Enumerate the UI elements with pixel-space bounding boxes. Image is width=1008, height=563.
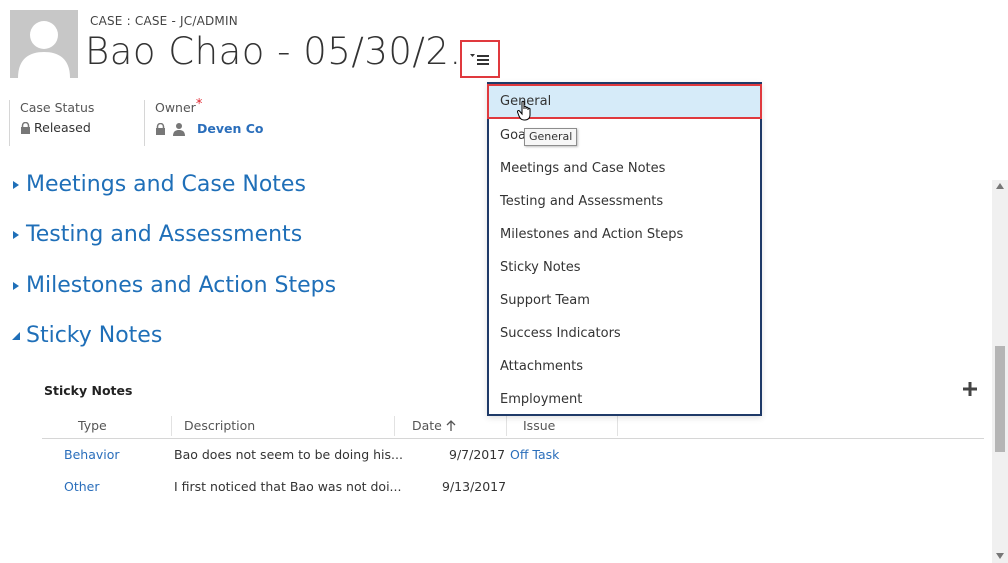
case-status-label: Case Status bbox=[20, 100, 95, 115]
expand-arrow-icon bbox=[13, 180, 19, 189]
collapse-arrow-icon bbox=[12, 331, 20, 340]
form-navigation-button[interactable] bbox=[460, 40, 500, 78]
column-header-type[interactable]: Type bbox=[78, 413, 107, 439]
section-milestones-and-action-steps[interactable]: Milestones and Action Steps bbox=[10, 273, 336, 298]
field-divider bbox=[9, 100, 10, 146]
menu-item-support-team[interactable]: Support Team bbox=[489, 284, 760, 317]
issue-link[interactable]: Off Task bbox=[510, 440, 559, 470]
section-meetings-and-case-notes[interactable]: Meetings and Case Notes bbox=[10, 172, 306, 197]
vertical-scrollbar[interactable] bbox=[992, 180, 1008, 563]
lock-icon bbox=[156, 122, 165, 135]
scroll-up-icon[interactable] bbox=[996, 183, 1004, 189]
section-title: Testing and Assessments bbox=[26, 222, 303, 247]
section-title: Meetings and Case Notes bbox=[26, 172, 306, 197]
column-divider bbox=[617, 416, 618, 436]
subgrid-title: Sticky Notes bbox=[44, 383, 133, 398]
sort-ascending-icon bbox=[446, 420, 456, 431]
expand-arrow-icon bbox=[13, 230, 19, 239]
tooltip: General bbox=[524, 128, 578, 146]
scroll-down-icon[interactable] bbox=[996, 553, 1004, 559]
date-cell: 9/7/2017 bbox=[449, 447, 506, 462]
column-header-issue[interactable]: Issue bbox=[523, 413, 555, 439]
description-cell: Bao does not seem to be doing his... bbox=[174, 447, 403, 462]
date-cell: 9/13/2017 bbox=[442, 479, 507, 494]
grid-header: Type Description Date Issue bbox=[42, 413, 984, 439]
column-header-date[interactable]: Date bbox=[412, 413, 456, 439]
case-status-value: Released bbox=[34, 120, 91, 135]
section-sticky-notes[interactable]: Sticky Notes bbox=[10, 323, 162, 348]
table-row[interactable]: Other I first noticed that Bao was not d… bbox=[42, 472, 984, 502]
menu-item-success-indicators[interactable]: Success Indicators bbox=[489, 317, 760, 350]
case-status-field: Case Status Released bbox=[20, 100, 94, 146]
description-cell: I first noticed that Bao was not doi... bbox=[174, 479, 402, 494]
page-title: Bao Chao - 05/30/2... bbox=[85, 30, 487, 73]
user-icon bbox=[173, 122, 185, 136]
owner-field: Owner* Deven Co bbox=[155, 97, 264, 146]
lock-icon bbox=[21, 121, 30, 134]
hand-cursor-icon bbox=[517, 100, 531, 121]
menu-item-milestones-and-action-steps[interactable]: Milestones and Action Steps bbox=[489, 218, 760, 251]
menu-list-icon bbox=[470, 54, 489, 65]
breadcrumb: CASE : CASE - JC/ADMIN bbox=[90, 14, 238, 28]
column-divider bbox=[394, 416, 395, 436]
scroll-thumb[interactable] bbox=[995, 346, 1005, 452]
person-silhouette-icon bbox=[18, 21, 70, 78]
expand-arrow-icon bbox=[13, 281, 19, 290]
type-link[interactable]: Other bbox=[64, 472, 100, 502]
required-indicator: * bbox=[195, 97, 203, 112]
owner-label: Owner bbox=[155, 100, 196, 115]
column-header-date-label: Date bbox=[412, 418, 442, 433]
owner-link[interactable]: Deven Co bbox=[197, 121, 264, 136]
field-divider bbox=[144, 100, 145, 146]
column-header-description[interactable]: Description bbox=[184, 413, 255, 439]
section-title: Milestones and Action Steps bbox=[26, 273, 337, 298]
menu-item-employment[interactable]: Employment bbox=[489, 383, 760, 416]
menu-item-testing-and-assessments[interactable]: Testing and Assessments bbox=[489, 185, 760, 218]
type-link[interactable]: Behavior bbox=[64, 440, 120, 470]
section-testing-and-assessments[interactable]: Testing and Assessments bbox=[10, 222, 302, 247]
menu-item-sticky-notes[interactable]: Sticky Notes bbox=[489, 251, 760, 284]
column-divider bbox=[171, 416, 172, 436]
table-row[interactable]: Behavior Bao does not seem to be doing h… bbox=[42, 440, 984, 470]
menu-item-meetings-and-case-notes[interactable]: Meetings and Case Notes bbox=[489, 152, 760, 185]
section-title: Sticky Notes bbox=[26, 323, 163, 348]
avatar[interactable] bbox=[10, 10, 78, 78]
column-divider bbox=[506, 416, 507, 436]
menu-item-attachments[interactable]: Attachments bbox=[489, 350, 760, 383]
add-record-button[interactable] bbox=[961, 380, 979, 398]
